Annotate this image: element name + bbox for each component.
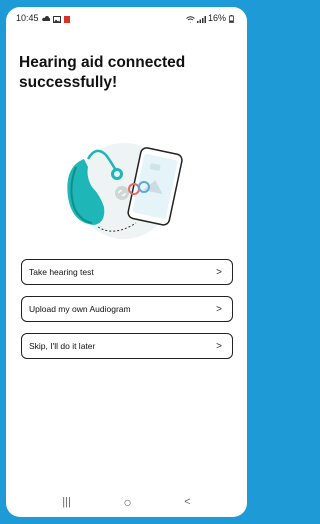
phone-screen: 10:45 16% Hearing aid connected successf… <box>6 7 247 517</box>
signal-icon <box>196 15 206 23</box>
wifi-icon <box>186 15 195 22</box>
back-button[interactable]: < <box>184 496 190 508</box>
battery-percent: 16% <box>207 13 226 23</box>
chevron-right-icon: > <box>216 266 222 278</box>
status-left: 10:45 <box>16 13 72 23</box>
image-icon <box>52 15 61 23</box>
option-label: Upload my own Audiogram <box>29 304 131 314</box>
chevron-right-icon: > <box>216 303 222 315</box>
skip-button[interactable]: Skip, I'll do it later > <box>21 333 233 359</box>
hearing-aid-phone-illustration <box>54 137 194 241</box>
status-time: 10:45 <box>16 13 39 23</box>
take-hearing-test-button[interactable]: Take hearing test > <box>21 259 233 285</box>
status-right: 16% <box>186 13 237 23</box>
upload-audiogram-button[interactable]: Upload my own Audiogram > <box>21 296 233 322</box>
page-title: Hearing aid connected successfully! <box>19 54 186 91</box>
option-label: Skip, I'll do it later <box>29 341 96 351</box>
option-label: Take hearing test <box>29 267 94 277</box>
chevron-right-icon: > <box>216 340 222 352</box>
home-button[interactable]: ○ <box>123 494 131 510</box>
status-bar: 10:45 16% <box>6 7 247 29</box>
recents-button[interactable]: ||| <box>62 496 71 508</box>
battery-icon <box>229 14 237 23</box>
cloud-icon <box>41 15 51 22</box>
notification-icon <box>63 15 72 23</box>
system-nav-bar: ||| ○ < <box>6 487 247 517</box>
